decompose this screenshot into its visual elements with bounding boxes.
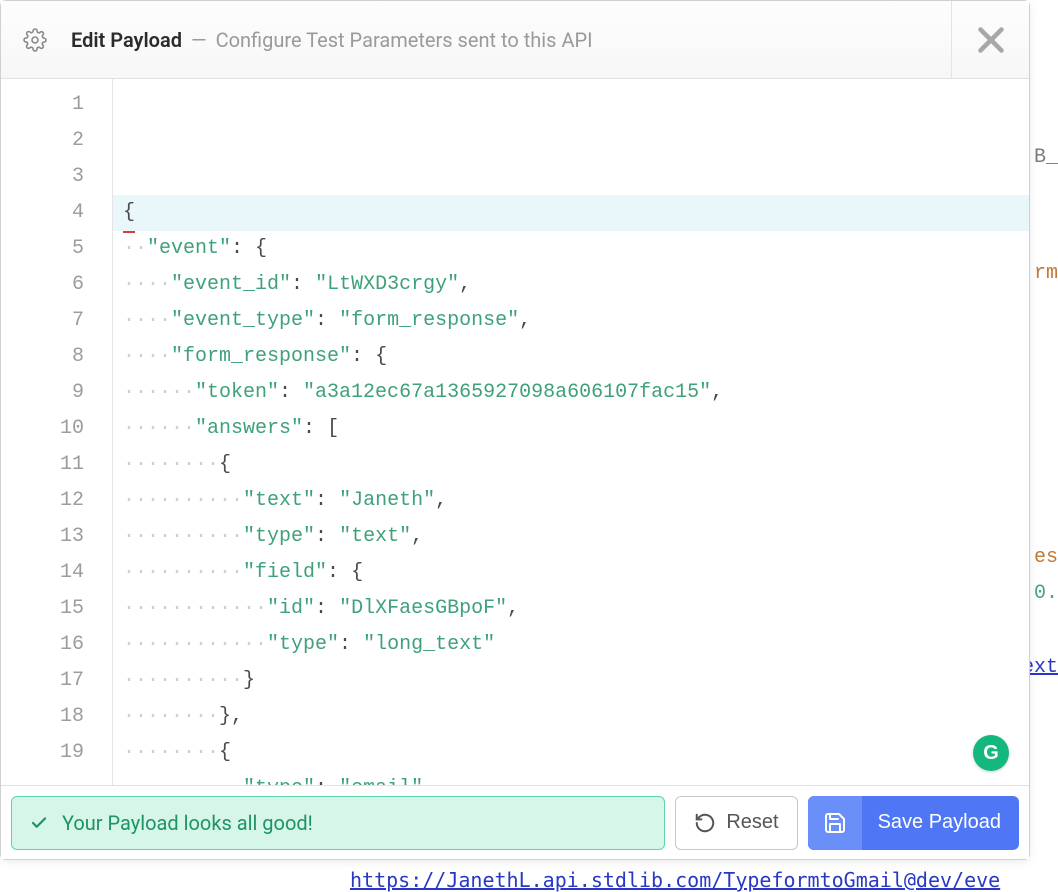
line-number: 8 (1, 339, 84, 375)
line-number: 15 (1, 591, 84, 627)
modal-header: Edit Payload — Configure Test Parameters… (1, 1, 1029, 79)
edit-payload-modal: Edit Payload — Configure Test Parameters… (0, 0, 1030, 860)
line-number: 2 (1, 123, 84, 159)
status-bar: Your Payload looks all good! (11, 796, 665, 850)
status-message: Your Payload looks all good! (62, 811, 313, 835)
code-line[interactable]: ········{ (113, 447, 1029, 483)
title-dash: — (191, 28, 207, 52)
background-link[interactable]: https://JanethL.api.stdlib.com/Typeformt… (350, 868, 1000, 892)
line-number-gutter: 12345678910111213141516171819 (1, 79, 113, 785)
save-label: Save Payload (878, 811, 1001, 834)
line-number: 1 (1, 87, 84, 123)
code-line[interactable]: ··········} (113, 663, 1029, 699)
line-number: 5 (1, 231, 84, 267)
code-line[interactable]: ········}, (113, 699, 1029, 735)
line-number: 12 (1, 483, 84, 519)
code-line[interactable]: ····"form_response": { (113, 339, 1029, 375)
line-number: 7 (1, 303, 84, 339)
grammarly-badge[interactable]: G (973, 735, 1009, 771)
gear-icon (23, 28, 59, 52)
modal-title: Edit Payload — Configure Test Parameters… (59, 28, 951, 52)
line-number: 3 (1, 159, 84, 195)
code-content[interactable]: {··"event": {····"event_id": "LtWXD3crgy… (113, 79, 1029, 785)
modal-footer: Your Payload looks all good! Reset Save … (1, 785, 1029, 859)
code-line[interactable]: ··········"type": "text", (113, 519, 1029, 555)
code-line[interactable]: ··········"field": { (113, 555, 1029, 591)
code-line[interactable]: { (113, 195, 1029, 231)
line-number: 4 (1, 195, 84, 231)
line-number: 17 (1, 663, 84, 699)
code-line[interactable]: ··········"text": "Janeth", (113, 483, 1029, 519)
code-editor[interactable]: 12345678910111213141516171819 {··"event"… (1, 79, 1029, 785)
code-line[interactable]: ······"token": "a3a12ec67a1365927098a606… (113, 375, 1029, 411)
code-line[interactable]: ··········"type": "email", (113, 771, 1029, 785)
code-line[interactable]: ··"event": { (113, 231, 1029, 267)
line-number: 19 (1, 735, 84, 771)
save-icon (808, 796, 862, 850)
line-number: 9 (1, 375, 84, 411)
code-line[interactable]: ····"event_type": "form_response", (113, 303, 1029, 339)
code-line[interactable]: ········{ (113, 735, 1029, 771)
modal-title-main: Edit Payload (71, 28, 182, 52)
code-line[interactable]: ············"type": "long_text" (113, 627, 1029, 663)
reset-label: Reset (726, 811, 778, 834)
code-line[interactable]: ····"event_id": "LtWXD3crgy", (113, 267, 1029, 303)
save-payload-button[interactable]: Save Payload (808, 796, 1019, 850)
line-number: 13 (1, 519, 84, 555)
line-number: 6 (1, 267, 84, 303)
line-number: 14 (1, 555, 84, 591)
undo-icon (694, 812, 716, 834)
reset-button[interactable]: Reset (675, 796, 797, 850)
code-line[interactable]: ············"id": "DlXFaesGBpoF", (113, 591, 1029, 627)
line-number: 11 (1, 447, 84, 483)
check-icon (30, 814, 48, 832)
code-line[interactable]: ······"answers": [ (113, 411, 1029, 447)
close-button[interactable] (951, 1, 1029, 79)
modal-title-sub: Configure Test Parameters sent to this A… (216, 28, 593, 52)
line-number: 18 (1, 699, 84, 735)
close-icon (973, 22, 1009, 58)
line-number: 16 (1, 627, 84, 663)
line-number: 10 (1, 411, 84, 447)
